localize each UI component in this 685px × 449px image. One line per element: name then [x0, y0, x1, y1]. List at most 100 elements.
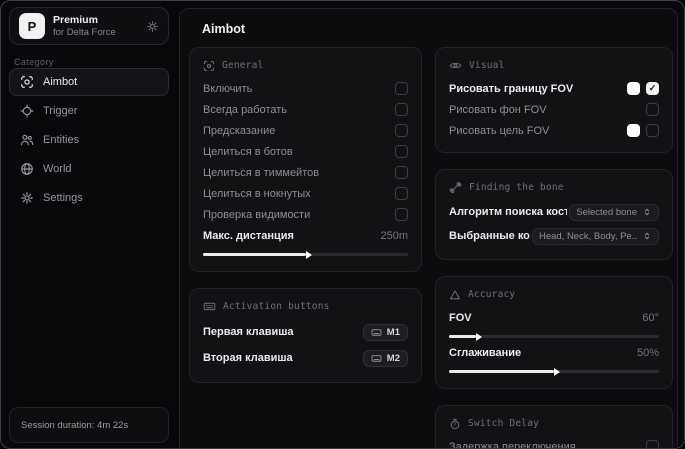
- switch-delay-toggle-row: Задержка переключения: [449, 436, 659, 449]
- checkbox[interactable]: [395, 145, 408, 158]
- session-duration-card: Session duration: 4m 22s: [9, 407, 169, 443]
- panel-title: General: [222, 60, 264, 71]
- toggle-row-target-bots: Целиться в ботов: [203, 141, 408, 162]
- smoothing-label: Сглаживание: [449, 346, 522, 359]
- right-column: Visual Рисовать границу FOV Рисовать фон…: [435, 47, 673, 449]
- panel-title: Switch Delay: [468, 418, 540, 429]
- keybind-button-second[interactable]: M2: [362, 349, 408, 367]
- slider-thumb[interactable]: [305, 250, 312, 259]
- bone-icon: [449, 181, 462, 194]
- keybind-label: Вторая клавиша: [203, 352, 293, 364]
- panel-title: Activation buttons: [223, 301, 330, 312]
- brand-card: P Premium for Delta Force: [9, 7, 169, 45]
- slider-label: Макс. дистанция: [203, 229, 294, 242]
- general-panel: General Включить Всегда работать Предска…: [189, 47, 422, 272]
- globe-icon: [20, 162, 34, 176]
- keybind-row-second: Вторая клавиша M2: [203, 345, 408, 371]
- visual-label: Рисовать фон FOV: [449, 103, 547, 116]
- aimbot-crosshair-icon: [20, 75, 34, 89]
- toggle-row-target-teammates: Целиться в тиммейтов: [203, 162, 408, 183]
- slider-fill: [449, 332, 483, 341]
- toggle-row-always-work: Всегда работать: [203, 99, 408, 120]
- brand-subtitle: for Delta Force: [53, 26, 116, 38]
- slider-thumb[interactable]: [554, 367, 560, 376]
- brand-logo: P: [19, 13, 45, 39]
- keybind-value: M2: [386, 352, 400, 364]
- checkbox[interactable]: [395, 124, 408, 137]
- visual-label: Рисовать цель FOV: [449, 124, 550, 137]
- visual-panel-header: Visual: [449, 57, 659, 74]
- switch-delay-toggle-label: Задержка переключения: [449, 440, 576, 449]
- left-column: General Включить Всегда работать Предска…: [189, 47, 422, 383]
- toggle-label: Проверка видимости: [203, 208, 311, 221]
- sidebar-item-trigger[interactable]: Trigger: [9, 97, 169, 125]
- keyboard-icon: [203, 300, 216, 313]
- smoothing-row: Сглаживание 50%: [449, 342, 659, 363]
- slider-value: 250m: [380, 229, 408, 242]
- unfold-icon: [642, 231, 652, 241]
- panel-title: Accuracy: [468, 289, 516, 300]
- slider-fill: [449, 367, 560, 376]
- bone-algorithm-select[interactable]: Selected bone: [569, 203, 659, 221]
- checkbox[interactable]: [395, 103, 408, 116]
- visual-panel: Visual Рисовать границу FOV Рисовать фон…: [435, 47, 673, 153]
- max-distance-row: Макс. дистанция 250m: [203, 225, 408, 246]
- general-panel-header: General: [203, 57, 408, 74]
- selected-bones-value: Head, Neck, Body, Pe..: [538, 230, 637, 242]
- visual-row-fov-background: Рисовать фон FOV: [449, 99, 659, 120]
- visual-row-fov-border: Рисовать границу FOV: [449, 78, 659, 99]
- bone-algorithm-label: Алгоритм поиска кост: [449, 206, 568, 218]
- fov-slider[interactable]: [449, 332, 659, 341]
- slider-thumb[interactable]: [476, 332, 483, 341]
- panel-title: Visual: [469, 60, 505, 71]
- eye-icon: [449, 59, 462, 72]
- fov-value: 60°: [642, 311, 659, 324]
- smoothing-slider[interactable]: [449, 367, 659, 376]
- trigger-crosshair-icon: [20, 104, 34, 118]
- visual-label: Рисовать границу FOV: [449, 82, 574, 95]
- checkbox[interactable]: [395, 208, 408, 221]
- visual-row-fov-target: Рисовать цель FOV: [449, 120, 659, 141]
- checkbox[interactable]: [646, 440, 659, 448]
- keybind-value: M1: [386, 326, 400, 338]
- sidebar-item-settings[interactable]: Settings: [9, 184, 169, 212]
- color-swatch[interactable]: [627, 124, 640, 137]
- switch-delay-panel-header: Switch Delay: [449, 415, 659, 432]
- toggle-label: Целиться в ботов: [203, 145, 293, 158]
- sidebar-item-label: Aimbot: [43, 76, 78, 88]
- color-swatch[interactable]: [627, 82, 640, 95]
- bone-algorithm-value: Selected bone: [576, 206, 637, 218]
- sidebar-item-aimbot[interactable]: Aimbot: [9, 68, 169, 96]
- timer-icon: [449, 418, 461, 430]
- category-label: Category: [14, 57, 54, 67]
- smoothing-value: 50%: [636, 346, 659, 359]
- checkbox[interactable]: [395, 187, 408, 200]
- sidebar-item-label: World: [43, 163, 72, 175]
- toggle-label: Целиться в нокнутых: [203, 187, 311, 200]
- selected-bones-row: Выбранные кос Head, Neck, Body, Pe..: [449, 224, 659, 248]
- max-distance-slider[interactable]: [203, 250, 408, 259]
- gear-icon[interactable]: [146, 20, 159, 33]
- keybind-row-first: Первая клавиша M1: [203, 319, 408, 345]
- checkbox[interactable]: [646, 82, 659, 95]
- sidebar-item-world[interactable]: World: [9, 155, 169, 183]
- toggle-label: Всегда работать: [203, 103, 288, 116]
- fov-row: FOV 60°: [449, 307, 659, 328]
- finding-bone-panel: Finding the bone Алгоритм поиска кост Se…: [435, 169, 673, 260]
- sidebar: P Premium for Delta Force Category Aimbo…: [1, 1, 178, 448]
- keybind-button-first[interactable]: M1: [362, 323, 408, 341]
- checkbox[interactable]: [646, 124, 659, 137]
- checkbox[interactable]: [395, 82, 408, 95]
- sidebar-item-label: Trigger: [43, 105, 78, 117]
- toggle-label: Включить: [203, 82, 253, 95]
- toggle-row-prediction: Предсказание: [203, 120, 408, 141]
- selected-bones-select[interactable]: Head, Neck, Body, Pe..: [531, 227, 659, 245]
- sidebar-item-entities[interactable]: Entities: [9, 126, 169, 154]
- toggle-row-target-knocked: Целиться в нокнутых: [203, 183, 408, 204]
- sidebar-item-label: Entities: [43, 134, 80, 146]
- scan-icon: [203, 60, 215, 72]
- panel-title: Finding the bone: [469, 182, 564, 193]
- checkbox[interactable]: [646, 103, 659, 116]
- page-title: Aimbot: [202, 22, 246, 36]
- checkbox[interactable]: [395, 166, 408, 179]
